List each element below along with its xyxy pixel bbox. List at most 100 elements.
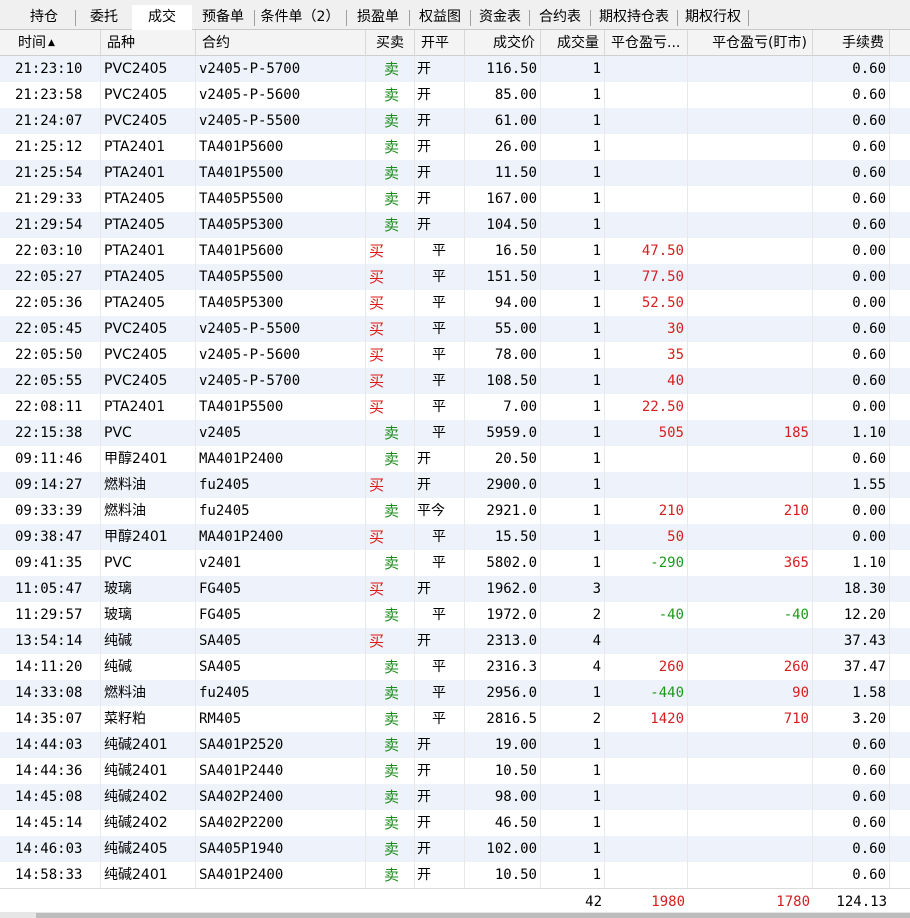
cell-side: 卖	[366, 758, 415, 784]
table-row[interactable]: 13:54:14 纯碱 SA405 买开 2313.0 4 37.43	[0, 628, 910, 654]
scrollbar-thumb[interactable]	[36, 913, 910, 918]
cell-fee: 0.60	[813, 368, 890, 394]
tab-option-positions[interactable]: 期权持仓表	[592, 6, 676, 29]
table-row[interactable]: 21:23:58 PVC2405 v2405-P-5600 卖开 85.00 1 0.60	[0, 82, 910, 108]
cell-variety: PTA2401	[101, 394, 196, 420]
table-row[interactable]: 14:45:08 纯碱2402 SA402P2400 卖开 98.00 1 0.60	[0, 784, 910, 810]
cell-variety: 纯碱2402	[101, 810, 196, 836]
column-header-close-pnl-mtm[interactable]: 平仓盈亏(盯市)	[688, 30, 813, 56]
cell-time: 21:23:58	[12, 82, 101, 108]
cell-open-close: 开	[415, 784, 465, 810]
cell-side: 卖	[366, 706, 415, 732]
table-row[interactable]: 21:29:54 PTA2405 TA405P5300 卖开 104.50 1 0.60	[0, 212, 910, 238]
column-header-side[interactable]: 买卖	[366, 30, 415, 56]
cell-close-pnl	[605, 160, 688, 186]
table-row[interactable]: 21:25:12 PTA2401 TA401P5600 卖开 26.00 1 0.60	[0, 134, 910, 160]
cell-price: 5802.0	[465, 550, 541, 576]
cell-variety: PVC2405	[101, 108, 196, 134]
table-row[interactable]: 22:05:45 PVC2405 v2405-P-5500 买平 55.00 1 30 0.6…	[0, 316, 910, 342]
table-row[interactable]: 09:33:39 燃料油 fu2405 卖平今 2921.0 1 210 210 0.00	[0, 498, 910, 524]
cell-open-close: 平	[415, 316, 465, 342]
column-header-time[interactable]: 时间 ▲	[12, 30, 101, 56]
cell-close-pnl-mtm	[688, 82, 813, 108]
tab-positions[interactable]: 持仓	[16, 6, 72, 29]
table-row[interactable]: 14:46:03 纯碱2405 SA405P1940 卖开 102.00 1 0.60	[0, 836, 910, 862]
cell-open-close: 开	[415, 446, 465, 472]
table-row[interactable]: 11:05:47 玻璃 FG405 买开 1962.0 3 18.30	[0, 576, 910, 602]
table-row[interactable]: 14:45:14 纯碱2402 SA402P2200 卖开 46.50 1 0.60	[0, 810, 910, 836]
table-row[interactable]: 14:33:08 燃料油 fu2405 卖平 2956.0 1 -440 90 1.58	[0, 680, 910, 706]
cell-open-close: 开	[415, 810, 465, 836]
table-row[interactable]: 22:08:11 PTA2401 TA401P5500 买平 7.00 1 22.50 0.0…	[0, 394, 910, 420]
table-row[interactable]: 14:58:33 纯碱2401 SA401P2400 卖开 10.50 1 0.60	[0, 862, 910, 888]
column-header-close-pnl[interactable]: 平仓盈亏...	[605, 30, 688, 56]
table-row[interactable]: 09:14:27 燃料油 fu2405 买开 2900.0 1 1.55	[0, 472, 910, 498]
column-header-contract[interactable]: 合约	[196, 30, 366, 56]
tab-conditional-orders[interactable]: 条件单（2）	[256, 6, 344, 29]
cell-time: 09:11:46	[12, 446, 101, 472]
table-row[interactable]: 22:05:50 PVC2405 v2405-P-5600 买平 78.00 1 35 0.6…	[0, 342, 910, 368]
cell-variety: PTA2401	[101, 160, 196, 186]
table-row[interactable]: 22:05:55 PVC2405 v2405-P-5700 买平 108.50 1 40 0.…	[0, 368, 910, 394]
table-row[interactable]: 11:29:57 玻璃 FG405 卖平 1972.0 2 -40 -40 12.20	[0, 602, 910, 628]
table-row[interactable]: 14:35:07 菜籽粕 RM405 卖平 2816.5 2 1420 710 3.20	[0, 706, 910, 732]
cell-variety: PVC	[101, 550, 196, 576]
cell-variety: PVC2405	[101, 316, 196, 342]
tab-orders[interactable]: 委托	[78, 6, 130, 29]
tab-bar: 持仓 委托 成交 预备单 条件单（2） 损盈单 权益图 资金表 合约表 期权持仓…	[0, 0, 910, 30]
table-row[interactable]: 22:15:38 PVC v2405 卖平 5959.0 1 505 185 1.10	[0, 420, 910, 446]
table-row[interactable]: 22:03:10 PTA2401 TA401P5600 买平 16.50 1 47.50 0.…	[0, 238, 910, 264]
cell-price: 167.00	[465, 186, 541, 212]
cell-quantity: 1	[541, 316, 605, 342]
cell-quantity: 2	[541, 602, 605, 628]
cell-side: 卖	[366, 654, 415, 680]
column-header-variety[interactable]: 品种	[101, 30, 196, 56]
table-row[interactable]: 21:24:07 PVC2405 v2405-P-5500 卖开 61.00 1 0.60	[0, 108, 910, 134]
cell-fee: 37.43	[813, 628, 890, 654]
table-row[interactable]: 22:05:36 PTA2405 TA405P5300 买平 94.00 1 52.50 0.…	[0, 290, 910, 316]
cell-open-close: 开	[415, 628, 465, 654]
table-row[interactable]: 21:25:54 PTA2401 TA401P5500 卖开 11.50 1 0.60	[0, 160, 910, 186]
column-header-open-close[interactable]: 开平	[415, 30, 465, 56]
table-row[interactable]: 09:38:47 甲醇2401 MA401P2400 买平 15.50 1 50 0.00	[0, 524, 910, 550]
column-header-quantity[interactable]: 成交量	[541, 30, 605, 56]
sort-ascending-icon: ▲	[48, 38, 55, 48]
cell-quantity: 1	[541, 342, 605, 368]
tab-trades[interactable]: 成交	[132, 5, 192, 30]
table-row[interactable]: 14:44:36 纯碱2401 SA401P2440 卖开 10.50 1 0.60	[0, 758, 910, 784]
table-row[interactable]: 09:41:35 PVC v2401 卖平 5802.0 1 -290 365 1.10	[0, 550, 910, 576]
cell-price: 98.00	[465, 784, 541, 810]
cell-time: 21:25:12	[12, 134, 101, 160]
table-row[interactable]: 21:23:10 PVC2405 v2405-P-5700 卖开 116.50 1 0.60	[0, 56, 910, 82]
table-row[interactable]: 21:29:33 PTA2405 TA405P5500 卖开 167.00 1 0.60	[0, 186, 910, 212]
cell-contract: fu2405	[196, 680, 366, 706]
cell-side: 卖	[366, 82, 415, 108]
cell-open-close: 平	[415, 602, 465, 628]
table-row[interactable]: 09:11:46 甲醇2401 MA401P2400 卖开 20.50 1 0.60	[0, 446, 910, 472]
cell-open-close: 开	[415, 212, 465, 238]
cell-close-pnl	[605, 186, 688, 212]
table-row[interactable]: 14:11:20 纯碱 SA405 卖平 2316.3 4 260 260 37.47	[0, 654, 910, 680]
tab-funds[interactable]: 资金表	[472, 6, 528, 29]
cell-contract: SA405P1940	[196, 836, 366, 862]
cell-contract: TA405P5500	[196, 186, 366, 212]
cell-time: 11:05:47	[12, 576, 101, 602]
tab-prepared-orders[interactable]: 预备单	[194, 6, 252, 29]
cell-time: 14:58:33	[12, 862, 101, 888]
cell-quantity: 1	[541, 394, 605, 420]
cell-close-pnl: 77.50	[605, 264, 688, 290]
horizontal-scrollbar[interactable]	[0, 912, 910, 918]
table-row[interactable]: 22:05:27 PTA2405 TA405P5500 买平 151.50 1 77.50 0…	[0, 264, 910, 290]
column-header-price[interactable]: 成交价	[465, 30, 541, 56]
tab-stop-profit-loss[interactable]: 损盈单	[349, 6, 407, 29]
cell-time: 14:44:36	[12, 758, 101, 784]
tab-equity-chart[interactable]: 权益图	[411, 6, 469, 29]
cell-close-pnl: 260	[605, 654, 688, 680]
cell-side: 买	[366, 316, 415, 342]
tab-option-exercise[interactable]: 期权行权	[679, 6, 747, 29]
cell-close-pnl	[605, 56, 688, 82]
table-row[interactable]: 14:44:03 纯碱2401 SA401P2520 卖开 19.00 1 0.60	[0, 732, 910, 758]
tab-contracts[interactable]: 合约表	[531, 6, 589, 29]
column-header-fee[interactable]: 手续费	[813, 30, 890, 56]
cell-contract: SA405	[196, 628, 366, 654]
